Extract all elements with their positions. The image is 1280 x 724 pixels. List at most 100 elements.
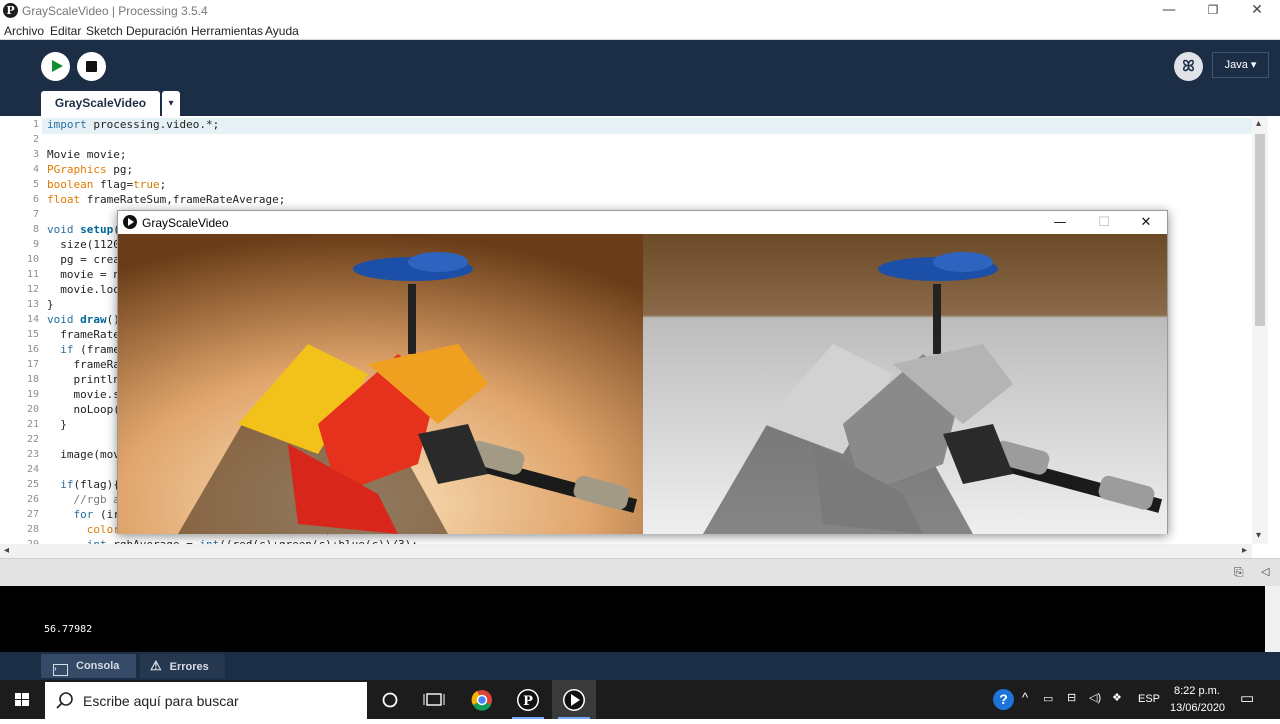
line-number: 1 [32, 119, 39, 130]
video-frame [118, 234, 1167, 534]
notifications-icon[interactable]: ▭ [1240, 689, 1254, 707]
line-number: 7 [32, 209, 39, 220]
code-line[interactable]: size(1120 [47, 238, 120, 251]
editor-horizontal-scrollbar[interactable] [0, 544, 1252, 558]
video-window-title: GrayScaleVideo [142, 216, 229, 230]
code-line[interactable]: frameRa [47, 358, 119, 371]
collapse-icon[interactable]: ◁ [1261, 565, 1269, 578]
line-number: 20 [26, 404, 39, 415]
sketch-taskbar-button[interactable] [552, 680, 596, 719]
language-indicator[interactable]: ESP [1138, 693, 1160, 705]
code-line[interactable]: movie.loo [47, 283, 120, 296]
cortana-icon [382, 692, 398, 708]
task-view-button[interactable] [412, 680, 456, 719]
code-line[interactable]: println [47, 373, 119, 386]
line-number: 12 [26, 284, 39, 295]
code-line[interactable]: if(flag){ [47, 478, 120, 491]
editor-scroll-thumb[interactable] [1255, 134, 1265, 326]
code-line[interactable]: PGraphics pg; [47, 163, 133, 176]
scroll-up-arrow[interactable]: ▴ [1256, 118, 1261, 129]
line-number: 5 [32, 179, 39, 190]
video-window[interactable]: GrayScaleVideo — ☐ ✕ [117, 210, 1168, 534]
code-line[interactable]: if (frame [47, 343, 120, 356]
dropbox-icon[interactable]: ❖ [1112, 691, 1122, 704]
console-panel [0, 586, 1265, 652]
tab-console[interactable]: › Consola [41, 654, 136, 678]
menu-ayuda[interactable]: Ayuda [265, 24, 299, 38]
tab-menu-arrow[interactable]: ▾ [162, 91, 180, 116]
network-icon[interactable]: ⊟ [1067, 691, 1076, 704]
line-number: 23 [26, 449, 39, 460]
close-button[interactable]: ✕ [1235, 0, 1279, 22]
code-line[interactable]: pg = crea [47, 253, 120, 266]
code-line[interactable]: Movie movie; [47, 148, 126, 161]
clock-time[interactable]: 8:22 p.m. [1174, 685, 1220, 697]
line-number: 24 [26, 464, 39, 475]
cortana-button[interactable] [368, 680, 412, 719]
code-line[interactable]: frameRate [47, 328, 120, 341]
menu-herramientas[interactable]: Herramientas [191, 24, 263, 38]
code-line[interactable]: image(mov [47, 448, 120, 461]
line-number: 8 [32, 224, 39, 235]
run-button[interactable] [41, 52, 70, 81]
line-number: 10 [26, 254, 39, 265]
tab-errors[interactable]: ⚠ Errores [140, 654, 225, 678]
code-line[interactable]: movie.s [47, 388, 119, 401]
code-line[interactable]: for (ir [47, 508, 120, 521]
task-view-icon [423, 693, 445, 706]
console-scrollbar[interactable] [1265, 586, 1280, 652]
line-gutter: 1 2 3 4 5 6 7 8 9 10 11 12 13 14 15 16 17 18 19 20 21 22 23 24 2… [0, 116, 42, 544]
chrome-icon [471, 690, 492, 711]
code-line[interactable]: } [47, 298, 54, 311]
taskbar-search[interactable]: Escribe aquí para buscar [45, 682, 367, 719]
debugger-button[interactable]: ꕤ [1174, 52, 1203, 81]
processing-play-icon [123, 215, 137, 229]
code-line[interactable]: movie = n [47, 268, 120, 281]
start-button[interactable] [0, 680, 45, 719]
code-line[interactable]: void setup( [47, 223, 120, 236]
grayscale-video-frame [643, 234, 1167, 534]
tray-chevron-icon[interactable]: ^ [1022, 690, 1028, 705]
code-line[interactable]: noLoop( [47, 403, 119, 416]
video-minimize-button[interactable]: — [1038, 211, 1082, 234]
menu-sketch[interactable]: Sketch [86, 24, 123, 38]
scroll-left-arrow[interactable]: ◂ [4, 545, 9, 556]
toolbar [0, 40, 1280, 116]
svg-text:P: P [523, 694, 533, 709]
stop-button[interactable] [77, 52, 106, 81]
code-line[interactable]: float frameRateSum,frameRateAverage; [47, 193, 285, 206]
volume-icon[interactable]: ◁) [1089, 691, 1101, 704]
restore-button[interactable]: ❐ [1191, 0, 1235, 22]
terminal-icon: › [53, 664, 68, 676]
scroll-down-arrow[interactable]: ▾ [1256, 530, 1261, 541]
menu-depuracion[interactable]: Depuración [126, 24, 187, 38]
mode-selector[interactable]: Java ▾ [1212, 52, 1269, 78]
line-number: 4 [32, 164, 39, 175]
battery-icon[interactable]: ▭ [1043, 692, 1053, 705]
tab-grayscalevideo[interactable]: GrayScaleVideo [41, 91, 160, 116]
clock-date[interactable]: 13/06/2020 [1170, 702, 1225, 714]
copy-console-icon[interactable]: ⎘ [1234, 565, 1244, 580]
processing-taskbar-button[interactable]: P [506, 680, 550, 719]
scroll-right-arrow[interactable]: ▸ [1242, 545, 1247, 556]
code-line[interactable]: //rgb a [47, 493, 120, 506]
code-line[interactable]: import processing.video.*; [47, 118, 219, 131]
video-close-button[interactable]: ✕ [1124, 211, 1168, 234]
color-video-frame [118, 234, 643, 534]
line-number: 16 [26, 344, 39, 355]
code-line[interactable]: } [47, 418, 67, 431]
code-line[interactable]: boolean flag=true; [47, 178, 166, 191]
help-icon[interactable]: ? [993, 689, 1014, 710]
line-number: 15 [26, 329, 39, 340]
line-number: 13 [26, 299, 39, 310]
line-number: 21 [26, 419, 39, 430]
line-number: 19 [26, 389, 39, 400]
menu-archivo[interactable]: Archivo [4, 24, 44, 38]
video-maximize-button[interactable]: ☐ [1082, 211, 1126, 234]
menu-editar[interactable]: Editar [50, 24, 81, 38]
minimize-button[interactable]: — [1147, 0, 1191, 22]
chrome-taskbar-button[interactable] [460, 680, 504, 719]
code-line[interactable]: void draw() [47, 313, 120, 326]
line-number: 28 [26, 524, 39, 535]
search-placeholder: Escribe aquí para buscar [83, 693, 239, 709]
